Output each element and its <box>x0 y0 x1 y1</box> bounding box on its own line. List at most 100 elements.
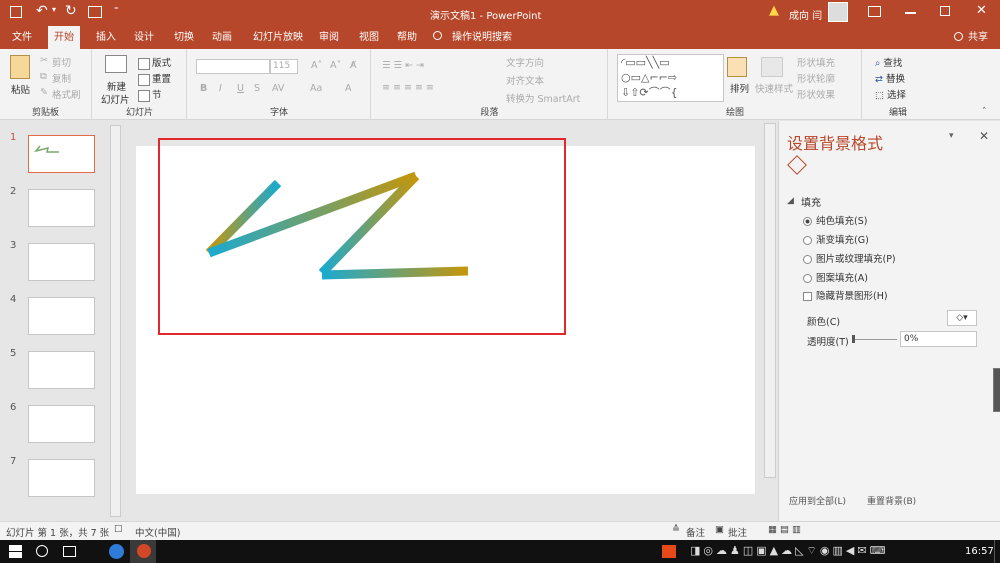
apply-all-button[interactable]: 应用到全部(L) <box>789 494 846 507</box>
tab-view[interactable]: 视图 <box>359 26 379 49</box>
start-icon[interactable] <box>9 545 22 558</box>
search-icon[interactable] <box>36 545 48 557</box>
slide-thumbnail[interactable] <box>28 405 95 443</box>
text-direction-button[interactable]: 文字方向 <box>506 55 544 69</box>
cut-icon[interactable]: ✂ <box>40 55 48 66</box>
hide-background-checkbox[interactable]: 隐藏背景图形(H) <box>803 288 888 302</box>
replace-button[interactable]: ⇄ 替换 <box>875 71 905 85</box>
transparency-input[interactable]: 0% <box>900 331 977 347</box>
bold-button[interactable]: B <box>200 83 207 94</box>
layout-button[interactable]: 版式 <box>138 55 171 70</box>
view-buttons[interactable]: ▦ ▤ ▥ <box>768 524 801 535</box>
tab-design[interactable]: 设计 <box>134 26 154 49</box>
arrange-icon[interactable] <box>727 57 747 77</box>
tell-me-search[interactable]: 操作说明搜索 <box>452 26 512 49</box>
slide-thumbnail[interactable] <box>28 297 95 335</box>
shape-effects-button[interactable]: 形状效果 <box>797 87 835 101</box>
slide-thumbnail[interactable] <box>28 243 95 281</box>
copy-button[interactable]: 复制 <box>52 71 71 85</box>
notes-button[interactable]: 备注 <box>686 525 705 539</box>
pane-close-icon[interactable]: ✕ <box>979 129 989 143</box>
new-slide-label2[interactable]: 幻灯片 <box>101 92 130 106</box>
collapse-ribbon-icon[interactable]: ˄ <box>982 107 987 117</box>
reset-button[interactable]: 重置 <box>138 71 171 86</box>
solid-fill-option[interactable]: 纯色填充(S) <box>803 213 867 227</box>
pane-options-icon[interactable]: ▾ <box>949 131 954 141</box>
spellcheck-icon[interactable]: ☐ <box>114 524 123 535</box>
close-icon[interactable]: ✕ <box>976 3 987 18</box>
tab-insert[interactable]: 插入 <box>96 26 116 49</box>
editor-scrollbar[interactable] <box>764 123 776 478</box>
tab-home[interactable]: 开始 <box>48 26 80 49</box>
align-icons[interactable]: ≡ ≡ ≡ ≡ ≡ <box>382 82 434 93</box>
tab-review[interactable]: 审阅 <box>319 26 339 49</box>
more-icon[interactable]: ⁼ <box>114 6 119 16</box>
new-slide-button[interactable]: 新建 <box>107 79 126 93</box>
smartart-button[interactable]: 转换为 SmartArt <box>506 91 580 105</box>
ribbon-display-icon[interactable] <box>868 6 881 17</box>
format-painter-button[interactable]: 格式刷 <box>52 87 81 101</box>
copy-icon[interactable]: ⧉ <box>40 71 47 82</box>
tab-slideshow[interactable]: 幻灯片放映 <box>253 26 303 49</box>
pane-side-handle[interactable] <box>993 368 1000 412</box>
select-button[interactable]: ⬚ 选择 <box>875 87 906 101</box>
paste-button[interactable]: 粘贴 <box>11 82 30 96</box>
color-picker-button[interactable]: ◇▾ <box>947 310 977 326</box>
section-button[interactable]: 节 <box>138 87 162 102</box>
bullets-icon[interactable]: ☰ ☰ ⇤ ⇥ <box>382 60 424 71</box>
fill-section-header[interactable]: 填充 <box>801 194 821 209</box>
save-icon[interactable] <box>10 6 22 18</box>
comments-button[interactable]: 批注 <box>728 525 747 539</box>
present-icon[interactable] <box>88 6 102 18</box>
show-desktop-button[interactable] <box>994 540 1000 563</box>
cut-button[interactable]: 剪切 <box>52 55 71 69</box>
slide-thumbnail[interactable] <box>28 189 95 227</box>
italic-button[interactable]: I <box>219 83 222 94</box>
quick-styles-icon[interactable] <box>761 57 783 77</box>
undo-dropdown-icon[interactable]: ▾ <box>52 5 56 14</box>
restore-icon[interactable] <box>940 6 950 16</box>
slider-thumb[interactable] <box>852 335 855 343</box>
minimize-icon[interactable] <box>905 12 916 14</box>
user-name[interactable]: 成向 闫 <box>789 7 822 22</box>
font-size-box[interactable]: 115 <box>270 59 298 74</box>
tab-help[interactable]: 帮助 <box>397 26 417 49</box>
clear-format-icon[interactable]: A̸ <box>350 60 357 71</box>
fill-bucket-icon[interactable] <box>787 155 807 175</box>
share-button[interactable]: 共享 <box>968 26 988 49</box>
char-spacing-icon[interactable]: AV <box>272 83 284 94</box>
grow-font-icon[interactable]: A˄ <box>311 60 322 71</box>
slide-thumbnail[interactable] <box>28 135 95 173</box>
reset-background-button[interactable]: 重置背景(B) <box>867 494 916 507</box>
redo-icon[interactable]: ↻ <box>65 3 77 19</box>
shapes-gallery[interactable]: ◜▭▭╲╲▭ ○▭△⌐⌐⇨ ⇩⇧⟳⌒⌒{ <box>617 54 724 102</box>
tab-file[interactable]: 文件 <box>12 26 32 49</box>
shape-outline-button[interactable]: 形状轮廓 <box>797 71 835 85</box>
tray-icons[interactable]: ◨◎☁♟◫▣▲☁◺⌔◉▥◀✉⌨ <box>690 544 888 558</box>
thumbnail-scrollbar[interactable] <box>110 125 121 517</box>
pattern-fill-option[interactable]: 图案填充(A) <box>803 270 868 284</box>
change-case-button[interactable]: Aa <box>310 83 322 94</box>
warning-icon[interactable]: ▲ <box>769 3 779 18</box>
avatar[interactable] <box>828 2 848 22</box>
paste-icon[interactable] <box>10 55 30 79</box>
transparency-slider[interactable] <box>853 339 897 340</box>
tab-transitions[interactable]: 切换 <box>174 26 194 49</box>
format-painter-icon[interactable]: ✎ <box>40 87 48 98</box>
slide-thumbnail[interactable] <box>28 351 95 389</box>
find-button[interactable]: ⌕ 查找 <box>875 55 902 69</box>
shrink-font-icon[interactable]: A˅ <box>330 60 341 71</box>
tab-animations[interactable]: 动画 <box>212 26 232 49</box>
task-view-icon[interactable] <box>63 546 76 557</box>
language-indicator[interactable]: 中文(中国) <box>135 525 180 539</box>
align-text-button[interactable]: 对齐文本 <box>506 73 544 87</box>
new-slide-icon[interactable] <box>105 55 127 73</box>
picture-fill-option[interactable]: 图片或纹理填充(P) <box>803 251 896 265</box>
shape-fill-button[interactable]: 形状填充 <box>797 55 835 69</box>
undo-icon[interactable]: ↶ <box>36 3 48 19</box>
arrange-button[interactable]: 排列 <box>730 81 749 95</box>
font-color-icon[interactable]: A <box>345 83 352 94</box>
browser-icon[interactable] <box>109 544 124 559</box>
underline-button[interactable]: U <box>237 83 244 94</box>
slide-thumbnail[interactable] <box>28 459 95 497</box>
